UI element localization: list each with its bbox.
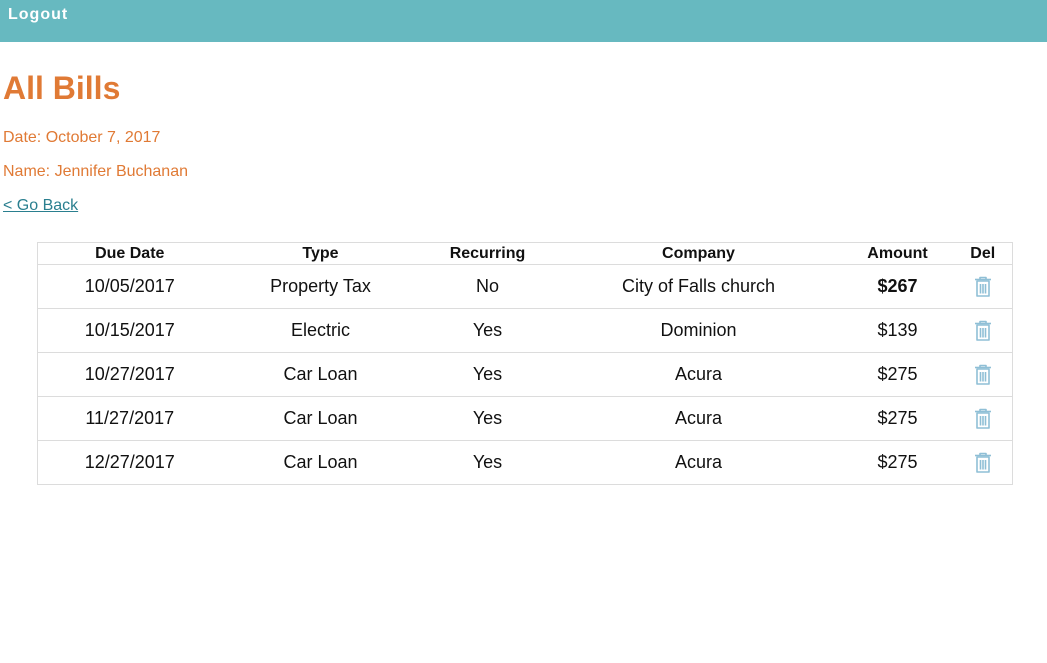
logout-button[interactable]: Logout <box>8 6 68 24</box>
trash-icon[interactable] <box>973 364 993 386</box>
table-row: 10/05/2017 Property Tax No City of Falls ch… <box>37 264 1013 309</box>
trash-icon[interactable] <box>973 452 993 474</box>
type-cell: Electric <box>221 308 420 353</box>
column-header-amount: Amount <box>841 242 954 265</box>
trash-icon[interactable] <box>973 320 993 342</box>
recurring-cell: Yes <box>419 396 556 441</box>
column-header-company: Company <box>555 242 842 265</box>
delete-cell <box>953 396 1013 441</box>
column-header-delete: Del <box>953 242 1013 265</box>
company-cell: Acura <box>674 452 723 472</box>
amount-cell: $275 <box>877 452 918 472</box>
page-title: All Bills <box>3 70 121 106</box>
company-cell: Acura <box>555 396 842 441</box>
company-cell: City of Falls church <box>555 264 842 309</box>
delete-cell <box>954 441 1013 485</box>
trash-icon[interactable] <box>973 408 993 430</box>
amount-cell: $275 <box>841 396 954 441</box>
table-header-row: Due Date Type Recurring Company Amount D… <box>37 242 1013 265</box>
recurring-cell: No <box>419 264 556 309</box>
due-date-cell: 10/15/2017 <box>37 308 222 353</box>
delete-cell <box>953 308 1013 353</box>
delete-cell <box>953 352 1013 397</box>
go-back-link[interactable]: < Go Back <box>3 197 78 215</box>
type-cell: Car Loan <box>221 396 420 441</box>
table-row: 10/15/2017 Electric Yes Dominion $139 <box>37 308 1013 353</box>
due-date-cell: 11/27/2017 <box>37 396 222 441</box>
delete-cell <box>953 264 1013 309</box>
due-date-cell: 10/05/2017 <box>37 264 222 309</box>
trash-icon[interactable] <box>973 276 993 298</box>
amount-cell: $139 <box>841 308 954 353</box>
top-navigation-bar: Logout <box>0 0 1047 42</box>
type-cell: Car Loan <box>283 452 358 472</box>
due-date-cell: 10/27/2017 <box>37 352 222 397</box>
table-row: 11/27/2017 Car Loan Yes Acura $275 <box>37 396 1013 441</box>
column-header-type: Type <box>221 242 420 265</box>
company-cell: Dominion <box>555 308 842 353</box>
due-date-cell: 12/27/2017 <box>84 452 175 472</box>
column-header-due-date: Due Date <box>37 242 222 265</box>
table-row: 12/27/2017 Car Loan Yes Acura $275 <box>38 441 1013 485</box>
user-name: Name: Jennifer Buchanan <box>3 163 188 180</box>
type-cell: Car Loan <box>221 352 420 397</box>
bills-table: Due Date Type Recurring Company Amount D… <box>37 242 1013 485</box>
table-row: 10/27/2017 Car Loan Yes Acura $275 <box>37 352 1013 397</box>
column-header-recurring: Recurring <box>419 242 556 265</box>
type-cell: Property Tax <box>221 264 420 309</box>
company-cell: Acura <box>555 352 842 397</box>
amount-cell: $267 <box>841 264 954 309</box>
amount-cell: $275 <box>841 352 954 397</box>
recurring-cell: Yes <box>419 352 556 397</box>
recurring-cell: Yes <box>419 308 556 353</box>
bill-date: Date: October 7, 2017 <box>3 129 161 146</box>
recurring-cell: Yes <box>472 452 503 472</box>
